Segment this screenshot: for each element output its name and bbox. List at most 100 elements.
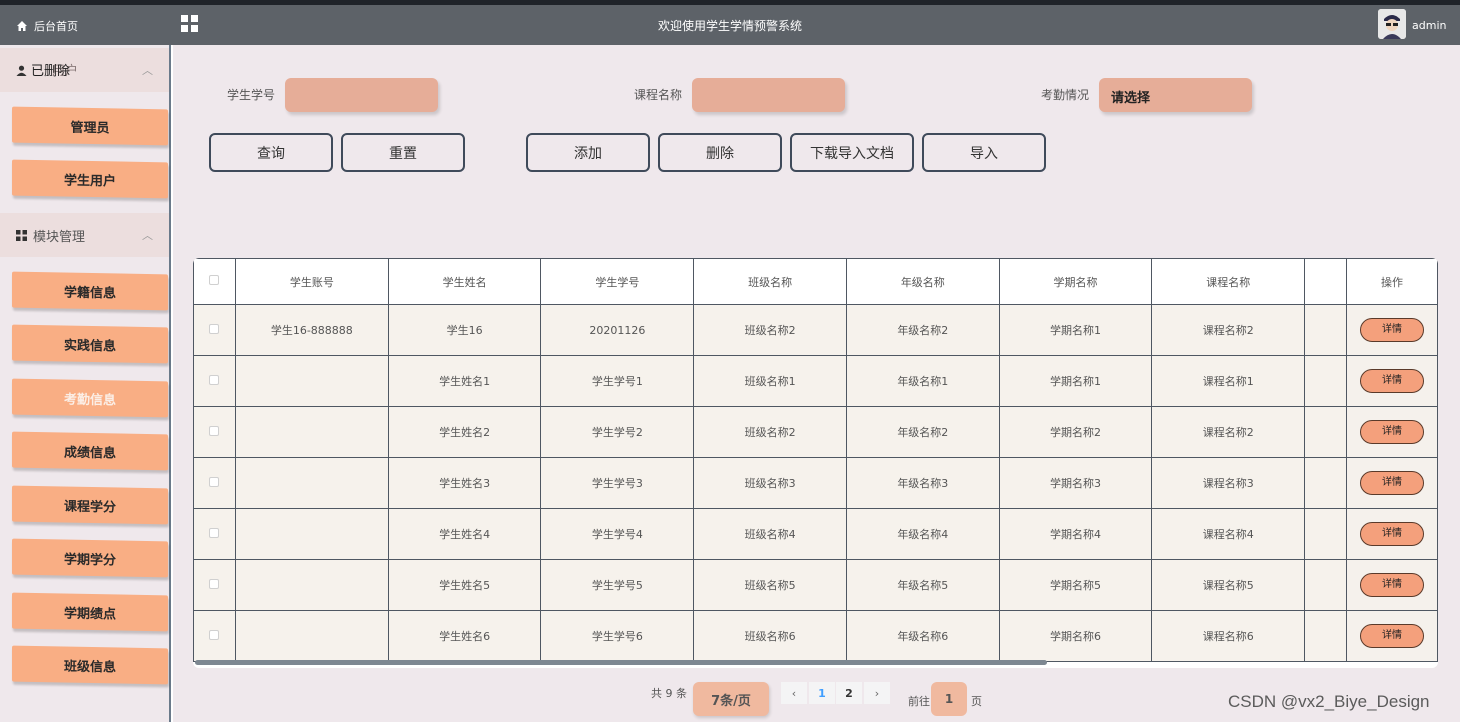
horizontal-scrollbar[interactable] bbox=[195, 660, 1047, 665]
page-1-button[interactable]: 1 bbox=[809, 682, 835, 704]
header-student-no[interactable]: 学生学号 bbox=[540, 258, 695, 305]
detail-button[interactable]: 详情 bbox=[1360, 522, 1424, 546]
page-size-select[interactable]: 7条/页 bbox=[693, 682, 769, 716]
reset-button[interactable]: 重置 bbox=[341, 133, 465, 172]
table-cell bbox=[234, 355, 389, 407]
row-select-cell[interactable] bbox=[193, 610, 236, 662]
table-cell-extra bbox=[1304, 559, 1348, 611]
row-select-cell[interactable] bbox=[193, 559, 236, 611]
table-cell bbox=[234, 508, 389, 560]
chevron-up-icon: ︿ bbox=[142, 229, 153, 242]
sidebar-item-grades[interactable]: 成绩信息 bbox=[12, 431, 168, 471]
table-cell: 班级名称2 bbox=[693, 406, 847, 458]
row-checkbox[interactable] bbox=[209, 578, 220, 589]
delete-button[interactable]: 删除 bbox=[658, 133, 782, 172]
actions-cell: 详情 bbox=[1346, 559, 1438, 611]
prev-page-button[interactable]: ‹ bbox=[781, 682, 807, 704]
table-cell-extra bbox=[1304, 355, 1348, 407]
data-table: 学生账号 学生姓名 学生学号 班级名称 年级名称 学期名称 课程名称 操作 学生… bbox=[193, 258, 1438, 668]
table-cell: 年级名称3 bbox=[845, 457, 1000, 509]
sidebar-item-attendance[interactable]: 考勤信息 bbox=[12, 378, 168, 418]
goto-suffix: 页 bbox=[971, 695, 982, 708]
header-name[interactable]: 学生姓名 bbox=[387, 258, 542, 305]
actions-cell: 详情 bbox=[1346, 508, 1438, 560]
add-button[interactable]: 添加 bbox=[526, 133, 650, 172]
sidebar-item-practice[interactable]: 实践信息 bbox=[12, 324, 168, 364]
actions-cell: 详情 bbox=[1346, 457, 1438, 509]
select-all-checkbox[interactable] bbox=[209, 275, 220, 285]
header-account[interactable]: 学生账号 bbox=[234, 258, 389, 305]
username[interactable]: admin bbox=[1412, 19, 1446, 32]
detail-button[interactable]: 详情 bbox=[1360, 318, 1424, 342]
table-row: 学生姓名5 学生学号5 班级名称5 年级名称5 学期名称5 课程名称5 详情 bbox=[193, 559, 1438, 611]
sidebar-item-term-credits[interactable]: 学期学分 bbox=[12, 538, 168, 578]
query-button[interactable]: 查询 bbox=[209, 133, 333, 172]
table-cell: 年级名称5 bbox=[845, 559, 1000, 611]
next-page-button[interactable]: › bbox=[864, 682, 890, 704]
detail-button[interactable]: 详情 bbox=[1360, 471, 1424, 495]
table-cell: 年级名称1 bbox=[845, 355, 1000, 407]
row-checkbox[interactable] bbox=[209, 425, 220, 436]
row-checkbox[interactable] bbox=[209, 527, 220, 538]
table-cell-extra bbox=[1304, 406, 1348, 458]
sidebar-item-enrollment[interactable]: 学籍信息 bbox=[12, 271, 168, 311]
student-no-input[interactable] bbox=[285, 78, 438, 112]
sidebar-item-student-users[interactable]: 学生用户 bbox=[12, 159, 168, 199]
sidebar-item-term-gpa[interactable]: 学期绩点 bbox=[12, 592, 168, 632]
row-select-cell[interactable] bbox=[193, 304, 236, 356]
table-cell: 课程名称2 bbox=[1151, 304, 1306, 356]
sidebar-item-class[interactable]: 班级信息 bbox=[12, 645, 168, 685]
row-checkbox[interactable] bbox=[209, 323, 220, 334]
table-row: 学生姓名6 学生学号6 班级名称6 年级名称6 学期名称6 课程名称6 详情 bbox=[193, 610, 1438, 662]
detail-button[interactable]: 详情 bbox=[1360, 624, 1424, 648]
actions-cell: 详情 bbox=[1346, 355, 1438, 407]
home-link[interactable]: 后台首页 bbox=[16, 18, 78, 34]
table-cell-extra bbox=[1304, 457, 1348, 509]
goto-prefix: 前往 bbox=[908, 695, 930, 708]
menu-toggle-icon[interactable] bbox=[181, 15, 198, 32]
sidebar-item-course-credits[interactable]: 课程学分 bbox=[12, 485, 168, 525]
download-template-button[interactable]: 下载导入文档 bbox=[790, 133, 914, 172]
table-cell bbox=[234, 610, 389, 662]
header-term[interactable]: 学期名称 bbox=[998, 258, 1153, 305]
row-select-cell[interactable] bbox=[193, 355, 236, 407]
table-cell: 年级名称4 bbox=[845, 508, 1000, 560]
page-2-button[interactable]: 2 bbox=[836, 682, 862, 704]
actions-cell: 详情 bbox=[1346, 304, 1438, 356]
table-cell: 课程名称6 bbox=[1151, 610, 1306, 662]
table-cell-extra bbox=[1304, 610, 1348, 662]
select-all-cell[interactable] bbox=[193, 258, 236, 305]
row-checkbox[interactable] bbox=[209, 629, 220, 640]
row-select-cell[interactable] bbox=[193, 508, 236, 560]
user-icon bbox=[16, 65, 27, 76]
header-grade[interactable]: 年级名称 bbox=[845, 258, 1000, 305]
sidebar-group-users[interactable]: 用户 已删除 ︿ bbox=[0, 48, 169, 92]
row-select-cell[interactable] bbox=[193, 457, 236, 509]
header-course[interactable]: 课程名称 bbox=[1151, 258, 1306, 305]
row-checkbox[interactable] bbox=[209, 476, 220, 487]
actions-cell: 详情 bbox=[1346, 406, 1438, 458]
detail-button[interactable]: 详情 bbox=[1360, 573, 1424, 597]
course-name-input[interactable] bbox=[692, 78, 845, 112]
row-checkbox[interactable] bbox=[209, 374, 220, 385]
sidebar-group-modules[interactable]: 模块管理 ︿ bbox=[0, 213, 169, 257]
import-button[interactable]: 导入 bbox=[922, 133, 1046, 172]
detail-button[interactable]: 详情 bbox=[1360, 369, 1424, 393]
table-row: 学生16-888888 学生16 20201126 班级名称2 年级名称2 学期名称1 课程… bbox=[193, 304, 1438, 356]
table-cell-extra bbox=[1304, 304, 1348, 356]
table-cell: 班级名称3 bbox=[693, 457, 847, 509]
main-content: 学生学号 课程名称 考勤情况 请选择 查询 重置 添加 删除 下载导入文档 导入… bbox=[173, 45, 1460, 722]
attendance-select[interactable]: 请选择 bbox=[1099, 78, 1252, 112]
table-cell-extra bbox=[1304, 508, 1348, 560]
avatar[interactable] bbox=[1378, 9, 1406, 39]
table-cell: 班级名称5 bbox=[693, 559, 847, 611]
sidebar-item-admin[interactable]: 管理员 bbox=[12, 106, 168, 146]
table-cell: 学期名称6 bbox=[998, 610, 1153, 662]
table-cell bbox=[234, 559, 389, 611]
table-cell bbox=[234, 406, 389, 458]
header-class[interactable]: 班级名称 bbox=[693, 258, 847, 305]
detail-button[interactable]: 详情 bbox=[1360, 420, 1424, 444]
goto-page-input[interactable]: 1 bbox=[931, 682, 967, 716]
row-select-cell[interactable] bbox=[193, 406, 236, 458]
table-cell: 学期名称1 bbox=[998, 304, 1153, 356]
